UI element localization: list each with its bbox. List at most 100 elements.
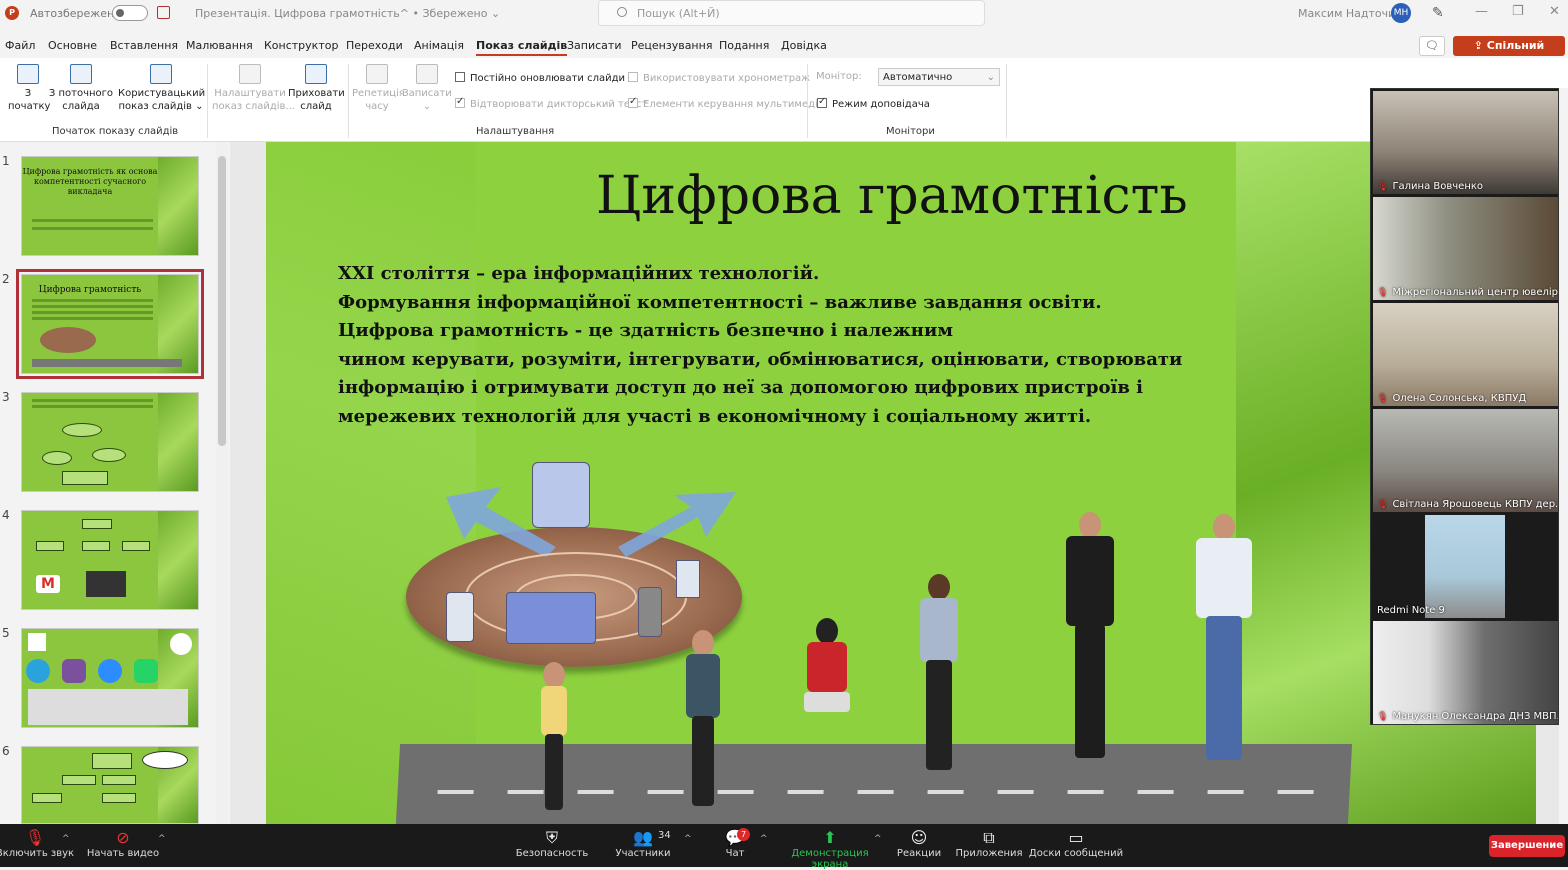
thumb-text-line	[32, 405, 153, 408]
ribbon-divider	[207, 64, 208, 138]
monitor-select[interactable]: Автоматично ⌄	[878, 68, 1000, 86]
close-icon[interactable]: ✕	[1549, 4, 1560, 19]
from-start-button[interactable]: З початку	[8, 64, 50, 113]
share-icon: ⇪	[1473, 39, 1483, 52]
thumb-screenshots	[28, 689, 188, 725]
menu-view[interactable]: Подання	[719, 39, 769, 52]
thumbnails-scrollbar[interactable]	[216, 142, 228, 824]
security-label: Безопасность	[515, 848, 589, 859]
apps-label: Приложения	[955, 848, 1023, 859]
search-input[interactable]: Пошук (Alt+Й)	[598, 0, 985, 26]
restore-icon[interactable]: ❐	[1512, 4, 1524, 19]
security-button[interactable]: ⛨ Безопасность	[507, 828, 597, 859]
share-screen-button[interactable]: ⬆ Демонстрация экрана ^	[772, 828, 888, 870]
apps-icon: ⧉	[983, 828, 995, 847]
whiteboards-button[interactable]: ▭ Доски сообщений	[1024, 828, 1128, 859]
search-icon	[617, 7, 627, 17]
end-meeting-button[interactable]: Завершение	[1489, 835, 1565, 857]
thumb-number: 1	[2, 154, 10, 168]
chevron-up-icon[interactable]: ^	[760, 834, 768, 844]
slide-thumbnail-5[interactable]	[21, 628, 199, 728]
minimize-icon[interactable]: —	[1475, 4, 1488, 19]
right-edge-bar	[1559, 88, 1568, 824]
slide-thumbnail-4[interactable]: M	[21, 510, 199, 610]
person-torso	[1196, 538, 1252, 618]
person-torso	[1066, 536, 1114, 626]
checkbox-box	[628, 72, 638, 82]
pen-icon[interactable]: ✎	[1432, 5, 1444, 21]
start-video-label: Начать видео	[86, 848, 160, 859]
person-head	[928, 574, 950, 600]
video-feed	[1373, 621, 1558, 724]
participant-tile[interactable]: Redmi Note 9	[1373, 515, 1558, 618]
slide-line: XXI століття – ера інформаційних техноло…	[338, 263, 820, 284]
save-icon[interactable]	[157, 6, 170, 19]
person-head	[543, 662, 565, 688]
slide-thumbnail-2[interactable]: Цифрова грамотність	[16, 269, 204, 379]
from-current-button[interactable]: З поточного слайда	[48, 64, 114, 113]
participant-tile[interactable]: 🎙 Олена Солонська, КВПУД	[1373, 303, 1558, 406]
record-button[interactable]: Записати ⌄	[402, 64, 452, 113]
person-legs	[692, 716, 714, 806]
slide-thumbnail-6[interactable]	[21, 746, 199, 824]
participant-tile[interactable]: 🎙 Міжрегіональний центр ювелір...	[1373, 197, 1558, 300]
slide-thumbnail-3[interactable]	[21, 392, 199, 492]
hide-slide-button[interactable]: Приховати слайд	[288, 64, 345, 113]
media-controls-checkbox[interactable]: Елементи керування мультимедіа	[628, 96, 824, 110]
person-head	[816, 618, 838, 644]
participant-tile[interactable]: 🎙 Манукян Олександра ДНЗ МВП...	[1373, 621, 1558, 724]
menu-animations[interactable]: Анімація	[414, 39, 464, 52]
menu-record[interactable]: Записати	[567, 39, 621, 52]
unmute-button[interactable]: 🎙 Включить звук ^	[0, 828, 80, 859]
slide-canvas[interactable]: Цифрова грамотність XXI століття – ера і…	[266, 142, 1536, 824]
participant-tile[interactable]: 🎙 Галина Вовченко	[1373, 91, 1558, 194]
menu-review[interactable]: Рецензування	[631, 39, 712, 52]
powerpoint-logo-icon: P	[5, 6, 19, 20]
document-title[interactable]: Презентація. Цифрова грамотність^ • Збер…	[195, 7, 500, 20]
person-illustration	[678, 630, 728, 810]
avatar[interactable]: МН	[1391, 3, 1411, 23]
presenter-view-checkbox[interactable]: Режим доповідача	[817, 96, 930, 110]
custom-show-button[interactable]: Користувацький показ слайдів ⌄	[118, 64, 205, 113]
menu-help[interactable]: Довідка	[781, 39, 827, 52]
menu-slideshow[interactable]: Показ слайдів	[476, 39, 568, 56]
menu-draw[interactable]: Малювання	[186, 39, 253, 52]
participant-tile[interactable]: 🎙 Світлана Ярошовець КВПУ дер...	[1373, 409, 1558, 512]
participant-name: 🎙 Манукян Олександра ДНЗ МВП...	[1377, 711, 1558, 722]
comments-button[interactable]: 🗨	[1419, 36, 1445, 56]
record-label: Записати ⌄	[402, 88, 452, 112]
participant-name: Redmi Note 9	[1377, 605, 1445, 616]
menu-design[interactable]: Конструктор	[264, 39, 338, 52]
menu-file[interactable]: Файл	[5, 39, 35, 52]
participants-panel: 🎙 Галина Вовченко 🎙 Міжрегіональний центр …	[1370, 88, 1559, 725]
thumb-decoration	[158, 393, 198, 491]
menu-transitions[interactable]: Переходи	[346, 39, 403, 52]
thumb-shape	[36, 541, 64, 551]
road-dash	[1207, 790, 1244, 794]
qr-code-icon	[28, 633, 46, 651]
setup-show-button[interactable]: Налаштувати показ слайдів...	[212, 64, 295, 113]
autosave-toggle[interactable]	[112, 5, 148, 21]
play-narrations-checkbox[interactable]: Відтворювати дикторський текст	[455, 96, 648, 110]
thumb-shape	[102, 793, 136, 803]
rehearse-timings-button[interactable]: Репетиція часу	[352, 64, 405, 113]
chat-button[interactable]: 💬 Чат 7 ^	[690, 828, 780, 859]
menu-home[interactable]: Основне	[48, 39, 97, 52]
user-name: Максим Надточий	[1298, 7, 1403, 20]
start-video-button[interactable]: ⊘ Начать видео ^	[78, 828, 168, 859]
chevron-up-icon[interactable]: ^	[62, 834, 70, 844]
thumb-text-line	[32, 399, 153, 402]
thumb-title: Цифрова грамотність як основа компетентн…	[22, 167, 158, 196]
slide-thumbnail-1[interactable]: Цифрова грамотність як основа компетентн…	[21, 156, 199, 256]
road-dash	[1067, 790, 1104, 794]
use-timings-checkbox[interactable]: Використовувати хронометраж	[628, 72, 810, 84]
scrollbar-thumb[interactable]	[218, 156, 226, 446]
apps-button[interactable]: ⧉ Приложения	[944, 828, 1034, 859]
keep-updated-checkbox[interactable]: Постійно оновлювати слайди	[455, 72, 625, 84]
play-narrations-label: Відтворювати дикторський текст	[470, 99, 648, 110]
monitor-label: Монітор:	[816, 71, 862, 82]
chevron-up-icon[interactable]: ^	[158, 834, 166, 844]
participants-button[interactable]: 👥 Участники 34 ^	[598, 828, 691, 859]
menu-insert[interactable]: Вставлення	[110, 39, 178, 52]
share-button[interactable]: ⇪ Спільний доступ	[1453, 36, 1565, 72]
